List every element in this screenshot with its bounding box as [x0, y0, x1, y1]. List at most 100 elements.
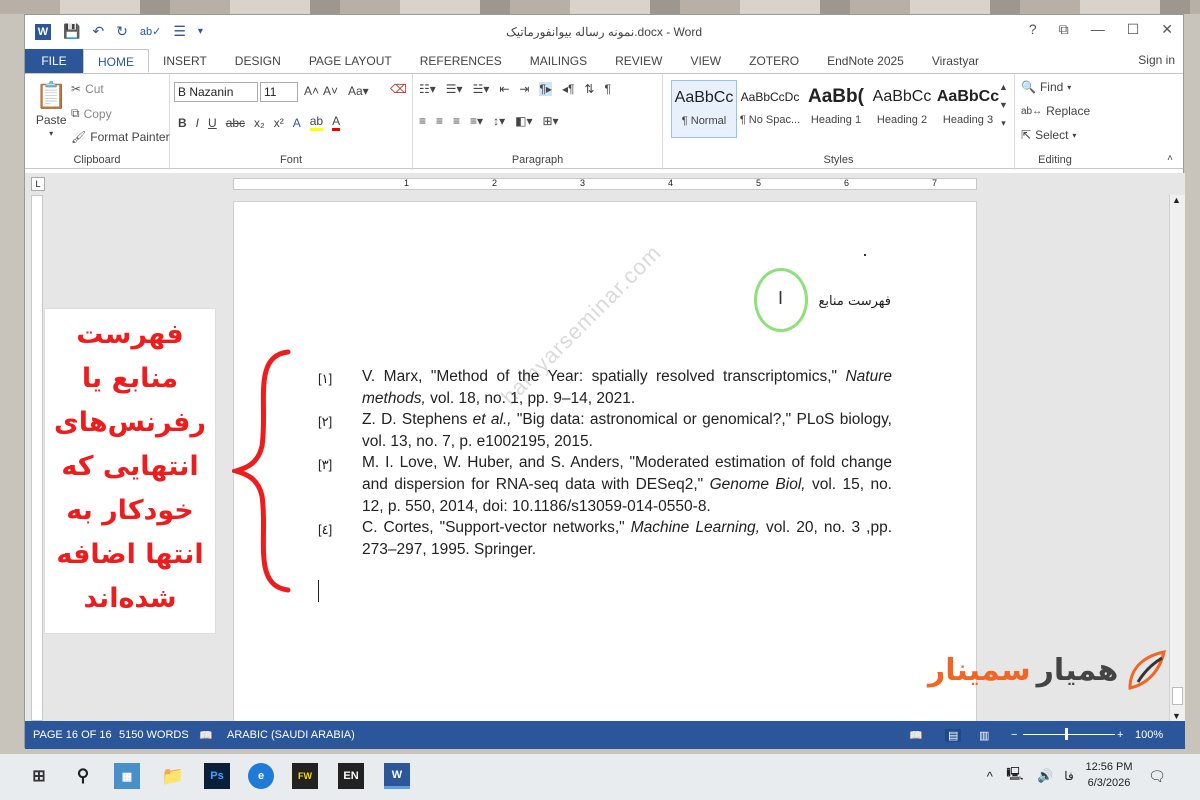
- document-page[interactable]: hamyarseminar.com I فهرست منابع [۱] V. M…: [233, 201, 977, 721]
- select-button[interactable]: ⇱ Select ▾: [1021, 128, 1076, 142]
- align-left-icon[interactable]: ≡: [419, 114, 426, 128]
- font-size-combo[interactable]: 11: [260, 82, 298, 102]
- en-app-icon[interactable]: EN: [338, 763, 364, 789]
- explorer-app-icon[interactable]: ▦: [114, 763, 140, 789]
- replace-button[interactable]: ab↔ Replace: [1021, 104, 1090, 118]
- shrink-font-icon[interactable]: A˅: [323, 84, 338, 98]
- show-marks-icon[interactable]: ¶: [604, 82, 610, 96]
- photoshop-icon[interactable]: Ps: [204, 763, 230, 789]
- maximize-icon[interactable]: ☐: [1127, 21, 1140, 38]
- scroll-thumb[interactable]: [1172, 687, 1183, 705]
- collapse-ribbon-icon[interactable]: ˄: [1167, 153, 1173, 164]
- format-painter-button[interactable]: 🖌 Format Painter: [71, 130, 170, 144]
- styles-scroll[interactable]: ▲ ▼ ▾: [999, 82, 1008, 129]
- read-mode-icon[interactable]: 📖: [909, 729, 923, 742]
- tab-virastyar[interactable]: Virastyar: [918, 49, 993, 73]
- chevron-up-icon[interactable]: ^: [987, 769, 993, 784]
- network-icon[interactable]: 🖳: [1006, 765, 1023, 787]
- line-spacing-icon[interactable]: ↕▾: [493, 114, 505, 128]
- scroll-up-icon[interactable]: ▲: [999, 82, 1008, 92]
- bullets-icon[interactable]: ☷▾: [419, 82, 436, 96]
- tab-page-layout[interactable]: PAGE LAYOUT: [295, 49, 406, 73]
- volume-icon[interactable]: 🔊: [1037, 768, 1053, 784]
- vertical-scrollbar[interactable]: ▲ ▼: [1169, 195, 1185, 721]
- style-heading-1[interactable]: AaBb(Heading 1: [803, 80, 869, 138]
- align-center-icon[interactable]: ≡: [436, 114, 443, 128]
- ltr-icon[interactable]: ¶▸: [539, 82, 552, 96]
- increase-indent-icon[interactable]: ⇥: [519, 82, 529, 96]
- notification-icon[interactable]: 🗨: [1144, 763, 1170, 789]
- justify-icon[interactable]: ≡▾: [470, 114, 483, 128]
- proofing-icon[interactable]: 📖: [199, 729, 213, 742]
- word-count[interactable]: 5150 WORDS: [119, 729, 189, 741]
- search-icon[interactable]: ⚲: [70, 763, 96, 789]
- highlight-icon[interactable]: ab: [309, 114, 324, 131]
- print-layout-icon[interactable]: ▤: [945, 729, 962, 742]
- tab-endnote[interactable]: EndNote 2025: [813, 49, 918, 73]
- ribbon-display-icon[interactable]: ⧉: [1059, 21, 1069, 38]
- more-styles-icon[interactable]: ▾: [1001, 118, 1006, 129]
- multilevel-list-icon[interactable]: ☱▾: [473, 82, 490, 96]
- cut-button[interactable]: ✂ Cut: [71, 82, 104, 96]
- scroll-up-icon[interactable]: ▲: [1172, 195, 1181, 205]
- borders-icon[interactable]: ⊞▾: [542, 114, 558, 128]
- bold-button[interactable]: B: [178, 116, 187, 130]
- numbering-icon[interactable]: ☰▾: [446, 82, 463, 96]
- decrease-indent-icon[interactable]: ⇤: [499, 82, 509, 96]
- tab-selector-icon[interactable]: L: [31, 177, 45, 191]
- rtl-icon[interactable]: ◂¶: [562, 82, 574, 96]
- tab-view[interactable]: VIEW: [676, 49, 735, 73]
- zoom-level[interactable]: 100%: [1135, 729, 1163, 741]
- superscript-button[interactable]: x²: [274, 116, 284, 130]
- zoom-slider-thumb[interactable]: [1065, 728, 1068, 740]
- style-heading-2[interactable]: AaBbCc Heading 2: [869, 80, 935, 138]
- copy-button[interactable]: ⧉ Copy: [71, 106, 112, 121]
- minimize-icon[interactable]: —: [1091, 21, 1105, 38]
- scroll-down-icon[interactable]: ▼: [999, 100, 1008, 110]
- paste-button[interactable]: 📋 Paste ▾: [35, 80, 67, 138]
- grow-font-icon[interactable]: A˄: [304, 84, 319, 98]
- folder-icon[interactable]: 📁: [160, 763, 186, 789]
- page-count[interactable]: PAGE 16 OF 16: [33, 729, 112, 741]
- vertical-ruler[interactable]: [31, 195, 43, 721]
- style-normal[interactable]: AaBbCc ¶ Normal: [671, 80, 737, 138]
- clear-format-icon[interactable]: ⌫: [390, 82, 407, 96]
- input-language[interactable]: فا: [1056, 763, 1082, 789]
- find-button[interactable]: 🔍 Find ▾: [1021, 80, 1071, 94]
- text-effects-icon[interactable]: A: [293, 116, 301, 130]
- clock[interactable]: 12:56 PM 6/3/2026: [1084, 761, 1134, 789]
- reference-text[interactable]: C. Cortes, "Support-vector networks," Ma…: [362, 517, 892, 560]
- fw-app-icon[interactable]: FW: [292, 763, 318, 789]
- zoom-slider[interactable]: [1023, 734, 1115, 735]
- sign-in-link[interactable]: Sign in: [1138, 53, 1175, 67]
- tab-home[interactable]: HOME: [83, 49, 149, 73]
- align-right-icon[interactable]: ≡: [453, 114, 460, 128]
- scroll-down-icon[interactable]: ▼: [1172, 711, 1181, 721]
- horizontal-ruler[interactable]: 1 2 3 4 5 6 7: [233, 178, 977, 190]
- sort-icon[interactable]: ⇅: [584, 82, 594, 96]
- font-name-combo[interactable]: B Nazanin: [174, 82, 258, 102]
- start-windows-icon[interactable]: ⊞: [26, 763, 52, 789]
- reference-text[interactable]: M. I. Love, W. Huber, and S. Anders, "Mo…: [362, 452, 892, 517]
- font-color-icon[interactable]: A: [332, 114, 341, 131]
- italic-button[interactable]: I: [196, 116, 199, 130]
- tab-mailings[interactable]: MAILINGS: [516, 49, 601, 73]
- shading-icon[interactable]: ◧▾: [515, 114, 532, 128]
- style-no-spacing[interactable]: AaBbCcDc ¶ No Spac...: [737, 80, 803, 138]
- style-heading-3[interactable]: AaBbCc Heading 3: [935, 80, 1001, 138]
- underline-button[interactable]: U: [208, 116, 217, 130]
- reference-text[interactable]: V. Marx, "Method of the Year: spatially …: [362, 366, 892, 409]
- tab-file[interactable]: FILE: [25, 49, 83, 73]
- tab-references[interactable]: REFERENCES: [406, 49, 516, 73]
- help-icon[interactable]: ?: [1029, 21, 1037, 38]
- strikethrough-button[interactable]: abc: [226, 116, 245, 130]
- web-layout-icon[interactable]: ▥: [979, 729, 989, 742]
- zoom-in-icon[interactable]: +: [1117, 729, 1123, 741]
- language-indicator[interactable]: ARABIC (SAUDI ARABIA): [227, 729, 355, 741]
- reference-text[interactable]: Z. D. Stephens et al., "Big data: astron…: [362, 409, 892, 452]
- edge-icon[interactable]: e: [248, 763, 274, 789]
- zoom-out-icon[interactable]: −: [1011, 729, 1017, 741]
- tab-insert[interactable]: INSERT: [149, 49, 221, 73]
- tab-zotero[interactable]: ZOTERO: [735, 49, 813, 73]
- font-size-buttons[interactable]: A˄ A˅: [304, 84, 338, 98]
